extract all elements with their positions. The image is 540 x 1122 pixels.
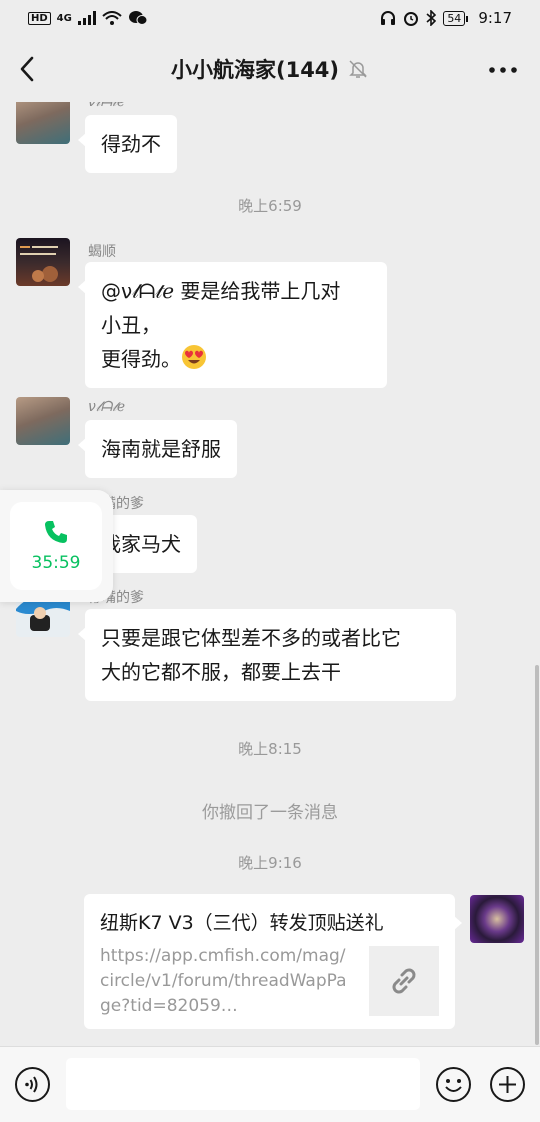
heart-eyes-emoji-icon: [182, 345, 206, 369]
avatar[interactable]: [16, 397, 70, 445]
clock: 9:17: [478, 9, 512, 27]
message-input[interactable]: [66, 1058, 420, 1110]
link-card-url: https://app.cmfish.com/mag/circle/v1/for…: [100, 946, 347, 1016]
sender-name: ν𝓁ᗩ𝓉ℯ: [88, 399, 126, 415]
chat-header: 小小航海家(144): [0, 36, 540, 102]
timestamp: 晚上8:15: [238, 740, 302, 758]
link-card[interactable]: 纽斯K7 V3（三代）转发顶贴送礼 https://app.cmfish.com…: [84, 894, 462, 1029]
alarm-icon: [404, 12, 419, 26]
link-card-title: 纽斯K7 V3（三代）转发顶贴送礼: [100, 912, 384, 934]
message-text: 海南就是舒服: [101, 437, 221, 461]
message-text-line: 更得劲。: [101, 347, 181, 371]
message-text: 我家马犬: [101, 532, 181, 556]
headset-icon: [381, 11, 396, 25]
message-bubble[interactable]: @ν𝓁ᗩ𝓉ℯ 要是给我带上几对 小丑， 更得劲。: [78, 262, 387, 388]
message-bubble[interactable]: 海南就是舒服: [78, 420, 237, 478]
wechat-notify-icon: [128, 11, 148, 25]
sender-name: ν𝓁ᗩ𝓉ℯ: [88, 102, 126, 110]
avatar[interactable]: [16, 102, 70, 144]
call-float-inner[interactable]: 35:59: [10, 502, 102, 590]
sender-name: 蝎顺: [88, 244, 116, 260]
chat-title: 小小航海家(144): [170, 58, 340, 82]
message-text: 得劲不: [101, 132, 161, 156]
system-message: 你撤回了一条消息: [202, 803, 338, 823]
status-bar: HD 4G 54 9:17: [0, 0, 540, 36]
timestamp: 晚上6:59: [238, 197, 302, 215]
emoji-icon[interactable]: [435, 1066, 472, 1103]
battery-indicator: 54: [443, 10, 469, 26]
call-float-window[interactable]: 35:59: [0, 490, 113, 602]
back-chevron-icon[interactable]: [14, 54, 42, 84]
mute-bell-icon: [349, 60, 367, 78]
network-badge: 4G: [56, 12, 72, 24]
more-dots-icon[interactable]: [488, 60, 518, 80]
bluetooth-icon: [426, 10, 437, 26]
message-text-line: 只要是跟它体型差不多的或者比它: [101, 626, 401, 650]
call-duration: 35:59: [31, 553, 81, 573]
message-text-line: @ν𝓁ᗩ𝓉ℯ 要是给我带上几对: [101, 279, 341, 303]
message-text-line: 大的它都不服，都要上去干: [101, 660, 341, 684]
message-bubble[interactable]: 只要是跟它体型差不多的或者比它 大的它都不服，都要上去干: [78, 609, 456, 701]
phone-icon: [45, 521, 67, 543]
message-bubble[interactable]: 得劲不: [78, 115, 177, 173]
plus-icon[interactable]: [489, 1066, 526, 1103]
voice-icon[interactable]: [14, 1066, 51, 1103]
my-avatar[interactable]: [470, 895, 524, 943]
link-card-thumbnail: [369, 946, 439, 1016]
message-text-line: 小丑，: [101, 313, 161, 337]
link-icon: [392, 968, 416, 994]
timestamp: 晚上9:16: [238, 854, 302, 872]
wifi-icon: [102, 11, 122, 25]
input-bar: [0, 1046, 540, 1122]
signal-icon: [77, 11, 96, 25]
scrollbar[interactable]: [535, 665, 539, 1045]
hd-badge: HD: [28, 11, 51, 25]
avatar[interactable]: [16, 238, 70, 286]
